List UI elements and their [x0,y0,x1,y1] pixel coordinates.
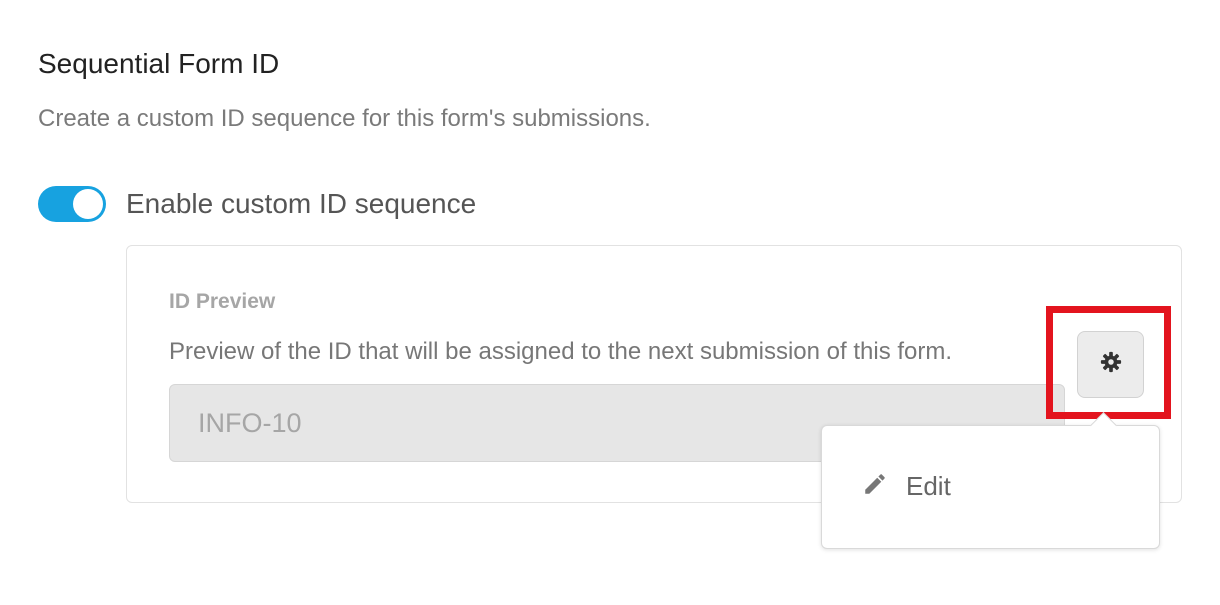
menu-item-edit-label: Edit [906,470,951,501]
section-title: Sequential Form ID [38,48,280,79]
section-description: Create a custom ID sequence for this for… [38,105,651,132]
enable-sequence-toggle[interactable] [38,186,106,222]
id-preview-description: Preview of the ID that will be assigned … [169,338,953,365]
enable-sequence-row: Enable custom ID sequence [38,184,476,224]
id-preview-heading: ID Preview [169,290,276,313]
menu-item-edit[interactable]: Edit [862,466,951,506]
toggle-knob [73,189,103,219]
enable-sequence-label: Enable custom ID sequence [126,188,477,219]
settings-dropdown: Edit [821,412,1160,549]
pencil-icon [862,471,888,502]
highlight-annotation [1046,306,1171,419]
